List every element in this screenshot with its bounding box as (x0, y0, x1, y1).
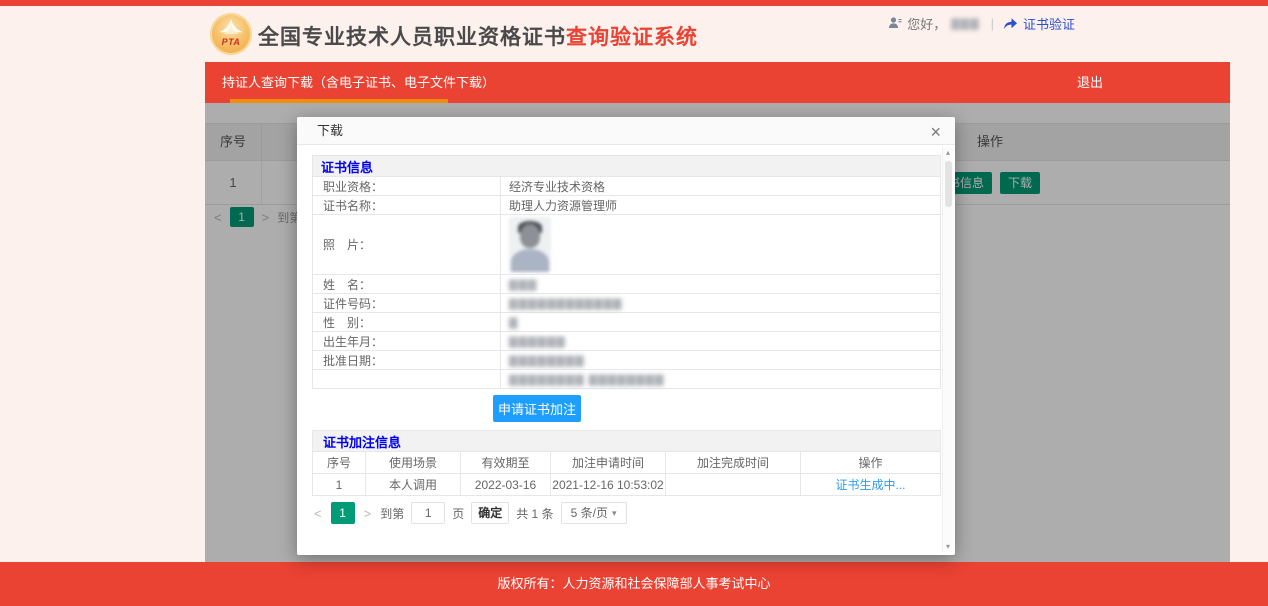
logo-text: PTA (210, 37, 252, 47)
certificate-info-table: 证书信息 职业资格： 经济专业技术资格 证书名称： 助理人力资源管理师 照 片： (312, 155, 941, 389)
cert-label: 证书名称： (313, 196, 501, 215)
cert-value: 经济专业技术资格 (501, 177, 941, 196)
pta-logo: PTA (210, 13, 252, 55)
verify-link[interactable]: 证书验证 (1023, 14, 1075, 33)
annotation-table: 证书加注信息 序号 使用场景 有效期至 加注申请时间 加注完成时间 操作 1 本… (312, 430, 941, 496)
chevron-down-icon: ▾ (612, 503, 617, 523)
table-row: 职业资格： 经济专业技术资格 (313, 177, 941, 196)
table-row: 1 本人调用 2022-03-16 2021-12-16 10:53:02 证书… (313, 474, 941, 496)
cert-label: 姓 名： (313, 275, 501, 294)
cert-label: 照 片： (313, 215, 501, 275)
table-row: 证件号码： ▇▇▇▇▇▇▇▇▇▇▇▇ (313, 294, 941, 313)
annotation-header-row: 序号 使用场景 有效期至 加注申请时间 加注完成时间 操作 (313, 452, 941, 474)
page-1-button[interactable]: 1 (331, 502, 355, 524)
page-title-main: 全国专业技术人员职业资格证书 (258, 26, 566, 49)
share-arrow-icon (1003, 17, 1018, 30)
scrollbar-thumb[interactable] (945, 161, 952, 207)
total-count-label: 共 1 条 (516, 505, 553, 522)
table-row: 证书名称： 助理人力资源管理师 (313, 196, 941, 215)
anno-valid-until: 2022-03-16 (461, 474, 551, 496)
modal-pagination: < 1 > 到第 1 页 确定 共 1 条 5 条/页 ▾ (312, 502, 935, 524)
cert-value-redacted: ▇▇▇▇▇▇▇▇▇▇▇▇ (501, 294, 941, 313)
anno-col-action: 操作 (801, 452, 941, 474)
goto-label: 到第 (380, 505, 404, 522)
header-divider: | (991, 16, 994, 31)
table-row: ▇▇▇▇▇▇▇▇ ▇▇▇▇▇▇▇▇ (313, 370, 941, 389)
top-accent-bar (0, 0, 1268, 6)
cert-value-redacted: ▇▇▇▇▇▇▇▇ (501, 351, 941, 370)
copyright-text: 版权所有：人力资源和社会保障部人事考试中心 (497, 576, 770, 591)
anno-col-valid: 有效期至 (461, 452, 551, 474)
anno-col-complete-time: 加注完成时间 (666, 452, 801, 474)
page-title-accent: 查询验证系统 (566, 26, 698, 49)
table-row: 出生年月： ▇▇▇▇▇▇ (313, 332, 941, 351)
annotation-section-title: 证书加注信息 (313, 431, 941, 452)
cert-label: 出生年月： (313, 332, 501, 351)
cert-value: 助理人力资源管理师 (501, 196, 941, 215)
cert-label: 批准日期： (313, 351, 501, 370)
anno-scene: 本人调用 (366, 474, 461, 496)
cert-value-redacted: ▇ (501, 313, 941, 332)
main-nav: 持证人查询下载（含电子证书、电子文件下载） 退出 (205, 62, 1230, 103)
table-row: 批准日期： ▇▇▇▇▇▇▇▇ (313, 351, 941, 370)
scroll-up-icon[interactable]: ▴ (943, 148, 953, 157)
confirm-button[interactable]: 确定 (471, 502, 509, 524)
cert-value-redacted: ▇▇▇ (501, 275, 941, 294)
user-area: 您好， ▇▇▇ | 证书验证 (888, 14, 1075, 32)
anno-col-index: 序号 (313, 452, 366, 474)
user-icon (888, 16, 902, 30)
per-page-value: 5 条/页 (571, 503, 608, 523)
download-modal: 下载 × 证书信息 职业资格： 经济专业技术资格 证书名称： 助理人力资源管理师… (297, 117, 955, 555)
anno-apply-time: 2021-12-16 10:53:02 (551, 474, 666, 496)
certificate-photo (509, 217, 551, 272)
cert-label: 职业资格： (313, 177, 501, 196)
close-icon[interactable]: × (930, 119, 941, 145)
anno-col-apply-time: 加注申请时间 (551, 452, 666, 474)
goto-page-input[interactable]: 1 (411, 502, 445, 524)
page-unit-label: 页 (452, 505, 464, 522)
cert-label: 证件号码： (313, 294, 501, 313)
per-page-select[interactable]: 5 条/页 ▾ (561, 502, 627, 524)
modal-scrollbar[interactable]: ▴ ▾ (942, 147, 953, 552)
cert-label: 性 别： (313, 313, 501, 332)
modal-title: 下载 (317, 123, 343, 138)
logout-button[interactable]: 退出 (1060, 62, 1120, 103)
page-footer: 版权所有：人力资源和社会保障部人事考试中心 (0, 562, 1268, 606)
table-row: 照 片： (313, 215, 941, 275)
anno-col-scene: 使用场景 (366, 452, 461, 474)
cert-photo-cell (501, 215, 941, 275)
greeting-text: 您好， (907, 14, 946, 33)
table-row: 性 别： ▇ (313, 313, 941, 332)
nav-tab-holder-query[interactable]: 持证人查询下载（含电子证书、电子文件下载） (222, 62, 495, 103)
page-title: 全国专业技术人员职业资格证书查询验证系统 (258, 21, 698, 51)
next-page-button[interactable]: > (362, 506, 374, 521)
cert-info-section-title: 证书信息 (313, 156, 941, 177)
cert-value-redacted: ▇▇▇▇▇▇ (501, 332, 941, 351)
anno-index: 1 (313, 474, 366, 496)
table-row: 姓 名： ▇▇▇ (313, 275, 941, 294)
modal-titlebar: 下载 × (297, 117, 955, 145)
apply-annotation-button[interactable]: 申请证书加注 (493, 395, 581, 422)
page: PTA 全国专业技术人员职业资格证书查询验证系统 您好， ▇▇▇ | 证书验证 … (0, 0, 1268, 606)
user-name: ▇▇▇ (951, 17, 979, 30)
prev-page-button[interactable]: < (312, 506, 324, 521)
cert-label (313, 370, 501, 389)
modal-body: 证书信息 职业资格： 经济专业技术资格 证书名称： 助理人力资源管理师 照 片： (297, 145, 955, 524)
cert-generating-link[interactable]: 证书生成中... (836, 478, 906, 492)
scroll-down-icon[interactable]: ▾ (943, 542, 953, 551)
anno-complete-time (666, 474, 801, 496)
cert-value-redacted: ▇▇▇▇▇▇▇▇ ▇▇▇▇▇▇▇▇ (501, 370, 941, 389)
